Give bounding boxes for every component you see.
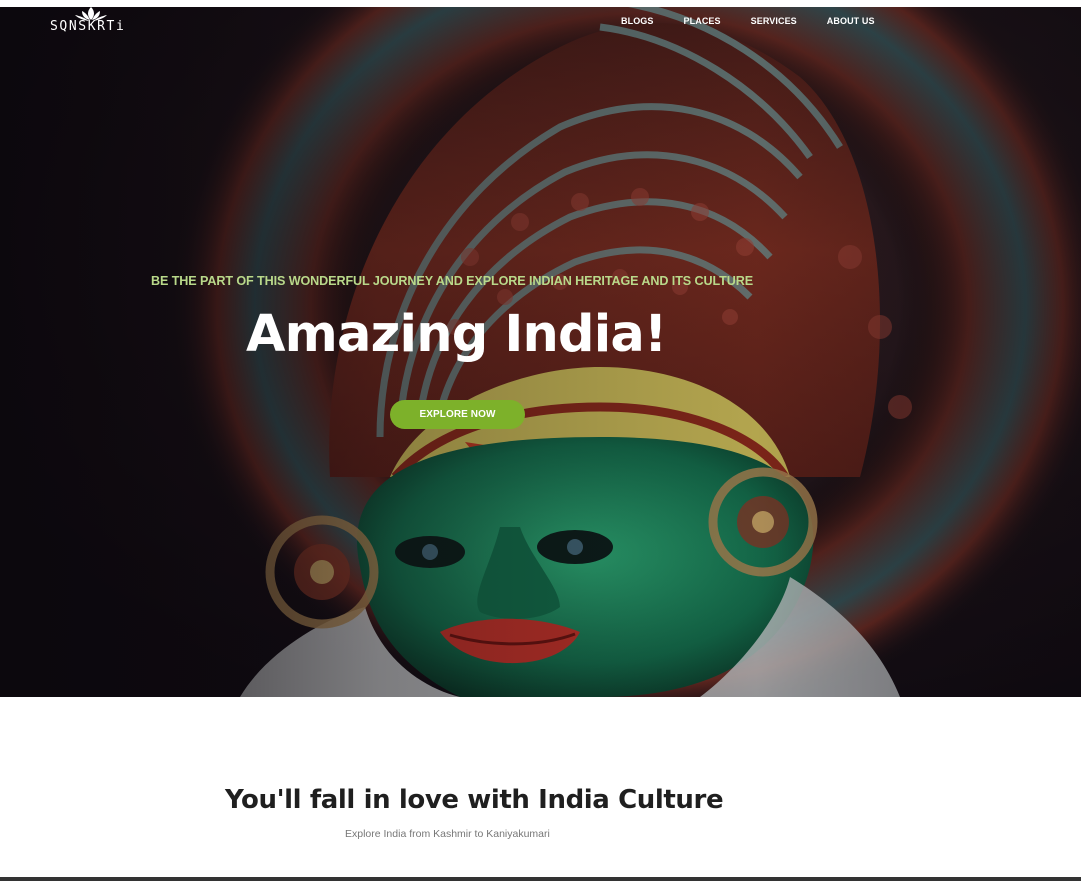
hero-section: SQNSKRTi BLOGS PLACES SERVICES ABOUT US … [0,7,1081,697]
page: SQNSKRTi BLOGS PLACES SERVICES ABOUT US … [0,0,1081,881]
section-divider [0,877,1081,881]
explore-now-button[interactable]: EXPLORE NOW [390,400,525,429]
intro-title: You'll fall in love with India Culture [225,785,724,815]
intro-subtitle: Explore India from Kashmir to Kaniyakuma… [345,828,550,840]
nav-item-blogs[interactable]: BLOGS [621,16,654,26]
nav-item-services[interactable]: SERVICES [751,16,797,26]
brand-logo[interactable]: SQNSKRTi [50,7,140,39]
hero-title: Amazing India! [246,305,667,364]
nav-item-places[interactable]: PLACES [684,16,721,26]
main-nav: BLOGS PLACES SERVICES ABOUT US [621,16,875,26]
top-strip [0,0,1081,7]
hero-tagline: BE THE PART OF THIS WONDERFUL JOURNEY AN… [151,274,754,288]
nav-item-about-us[interactable]: ABOUT US [827,16,875,26]
brand-name: SQNSKRTi [50,19,126,34]
